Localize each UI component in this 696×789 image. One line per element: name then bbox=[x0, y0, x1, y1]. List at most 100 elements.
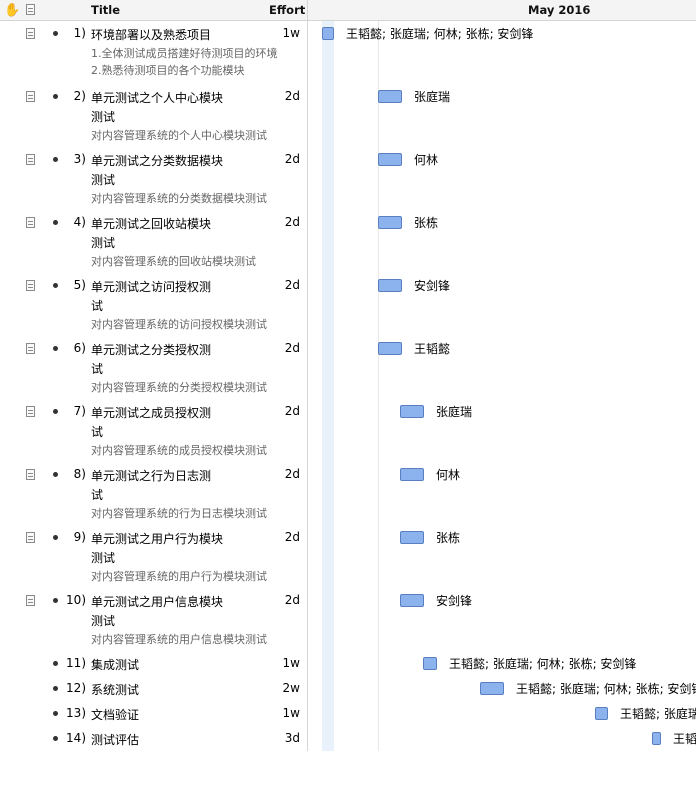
note-icon[interactable] bbox=[26, 532, 35, 543]
task-note-line: 对内容管理系统的分类数据模块测试 bbox=[91, 192, 267, 205]
task-number: 5) bbox=[73, 278, 86, 292]
task-title[interactable]: 集成测试 bbox=[91, 656, 241, 675]
task-title[interactable]: 文档验证 bbox=[91, 706, 241, 725]
effort-column-header[interactable]: Effort bbox=[269, 0, 305, 20]
note-icon[interactable] bbox=[26, 595, 35, 606]
task-row[interactable]: 9) 单元测试之用户行为模块测试 2d 对内容管理系统的用户行为模块测试 bbox=[0, 528, 307, 588]
note-icon[interactable] bbox=[26, 91, 35, 102]
gantt-task-bar[interactable] bbox=[378, 216, 402, 229]
row-handle-bullet[interactable] bbox=[53, 472, 58, 477]
task-title[interactable]: 单元测试之行为日志测试 bbox=[91, 467, 216, 505]
assigned-resources: 何林 bbox=[436, 468, 461, 482]
task-row[interactable]: 10) 单元测试之用户信息模块测试 2d 对内容管理系统的用户信息模块测试 bbox=[0, 591, 307, 651]
row-handle-bullet[interactable] bbox=[53, 535, 58, 540]
row-handle-bullet[interactable] bbox=[53, 598, 58, 603]
gantt-task-bar[interactable] bbox=[400, 531, 424, 544]
task-row[interactable]: 8) 单元测试之行为日志测试 2d 对内容管理系统的行为日志模块测试 bbox=[0, 465, 307, 525]
task-effort[interactable]: 1w bbox=[262, 26, 300, 40]
row-handle-bullet[interactable] bbox=[53, 661, 58, 666]
note-icon[interactable] bbox=[26, 343, 35, 354]
assigned-resources: 张庭瑞 bbox=[414, 90, 451, 104]
task-number: 1) bbox=[73, 26, 86, 40]
task-row[interactable]: 3) 单元测试之分类数据模块测试 2d 对内容管理系统的分类数据模块测试 bbox=[0, 150, 307, 210]
gantt-task-bar[interactable] bbox=[423, 657, 437, 670]
task-row[interactable]: 4) 单元测试之回收站模块测试 2d 对内容管理系统的回收站模块测试 bbox=[0, 213, 307, 273]
gantt-task-bar[interactable] bbox=[652, 732, 661, 745]
row-handle-bullet[interactable] bbox=[53, 94, 58, 99]
task-title[interactable]: 环境部署以及熟悉项目 bbox=[91, 26, 241, 45]
task-title[interactable]: 单元测试之成员授权测试 bbox=[91, 404, 216, 442]
note-icon[interactable] bbox=[26, 406, 35, 417]
task-row[interactable]: 5) 单元测试之访问授权测试 2d 对内容管理系统的访问授权模块测试 bbox=[0, 276, 307, 336]
task-row[interactable]: 6) 单元测试之分类授权测试 2d 对内容管理系统的分类授权模块测试 bbox=[0, 339, 307, 399]
task-row[interactable]: 2) 单元测试之个人中心模块测试 2d 对内容管理系统的个人中心模块测试 bbox=[0, 87, 307, 147]
task-number: 12) bbox=[66, 681, 86, 695]
task-note-line: 对内容管理系统的用户信息模块测试 bbox=[91, 633, 267, 646]
task-effort[interactable]: 2d bbox=[262, 152, 300, 166]
row-handle-bullet[interactable] bbox=[53, 409, 58, 414]
gantt-task-bar[interactable] bbox=[378, 90, 402, 103]
gantt-task-bar[interactable] bbox=[322, 27, 334, 40]
row-handle-bullet[interactable] bbox=[53, 283, 58, 288]
gantt-task-bar[interactable] bbox=[595, 707, 608, 720]
assigned-resources: 王韬懿; 张庭瑞; 何林; 张栋; 安剑锋 bbox=[346, 27, 534, 41]
task-title[interactable]: 单元测试之用户行为模块测试 bbox=[91, 530, 229, 568]
assigned-resources: 安剑锋 bbox=[436, 594, 473, 608]
assigned-resources: 王韬懿; 张庭瑞; 何林; 张栋; 安剑锋 bbox=[516, 682, 696, 696]
task-effort[interactable]: 2d bbox=[262, 404, 300, 418]
task-effort[interactable]: 2w bbox=[262, 681, 300, 695]
row-handle-bullet[interactable] bbox=[53, 686, 58, 691]
task-effort[interactable]: 2d bbox=[262, 89, 300, 103]
task-note-line: 1.全体测试成员搭建好待测项目的环境 bbox=[91, 47, 278, 60]
task-effort[interactable]: 3d bbox=[262, 731, 300, 745]
assigned-resources: 王韬懿; 张庭瑞; 何林; 张栋; 安剑锋 bbox=[620, 707, 696, 721]
note-column-icon[interactable] bbox=[26, 4, 35, 15]
note-icon[interactable] bbox=[26, 280, 35, 291]
row-handle-bullet[interactable] bbox=[53, 711, 58, 716]
task-title[interactable]: 单元测试之回收站模块测试 bbox=[91, 215, 216, 253]
title-column-header[interactable]: Title bbox=[91, 0, 120, 20]
task-title[interactable]: 单元测试之分类授权测试 bbox=[91, 341, 216, 379]
task-effort[interactable]: 2d bbox=[262, 341, 300, 355]
gantt-task-bar[interactable] bbox=[480, 682, 504, 695]
row-handle-bullet[interactable] bbox=[53, 736, 58, 741]
timeline-month-header: May 2016 bbox=[528, 3, 591, 17]
task-number: 6) bbox=[73, 341, 86, 355]
row-handle-bullet[interactable] bbox=[53, 346, 58, 351]
note-icon[interactable] bbox=[26, 154, 35, 165]
task-title[interactable]: 单元测试之个人中心模块测试 bbox=[91, 89, 229, 127]
task-title[interactable]: 单元测试之访问授权测试 bbox=[91, 278, 216, 316]
task-title[interactable]: 系统测试 bbox=[91, 681, 241, 700]
task-title[interactable]: 单元测试之用户信息模块测试 bbox=[91, 593, 229, 631]
task-effort[interactable]: 2d bbox=[262, 593, 300, 607]
task-title[interactable]: 单元测试之分类数据模块测试 bbox=[91, 152, 229, 190]
gantt-task-bar[interactable] bbox=[378, 153, 402, 166]
task-effort[interactable]: 2d bbox=[262, 215, 300, 229]
note-icon[interactable] bbox=[26, 28, 35, 39]
task-effort[interactable]: 2d bbox=[262, 278, 300, 292]
task-effort[interactable]: 1w bbox=[262, 706, 300, 720]
row-handle-bullet[interactable] bbox=[53, 220, 58, 225]
task-row[interactable]: 14) 测试评估 3d bbox=[0, 729, 307, 789]
task-row[interactable]: 1) 环境部署以及熟悉项目 1w 1.全体测试成员搭建好待测项目的环境 2.熟悉待测项目… bbox=[0, 24, 307, 84]
gantt-task-bar[interactable] bbox=[378, 279, 402, 292]
task-number: 7) bbox=[73, 404, 86, 418]
task-row[interactable]: 7) 单元测试之成员授权测试 2d 对内容管理系统的成员授权模块测试 bbox=[0, 402, 307, 462]
task-effort[interactable]: 2d bbox=[262, 467, 300, 481]
task-effort[interactable]: 2d bbox=[262, 530, 300, 544]
gantt-task-bar[interactable] bbox=[400, 468, 424, 481]
assigned-resources: 张庭瑞 bbox=[436, 405, 473, 419]
task-title[interactable]: 测试评估 bbox=[91, 731, 241, 750]
note-icon[interactable] bbox=[26, 217, 35, 228]
gantt-task-bar[interactable] bbox=[400, 405, 424, 418]
task-number: 2) bbox=[73, 89, 86, 103]
gantt-task-bar[interactable] bbox=[378, 342, 402, 355]
task-number: 8) bbox=[73, 467, 86, 481]
gantt-task-bar[interactable] bbox=[400, 594, 424, 607]
row-handle-bullet[interactable] bbox=[53, 31, 58, 36]
task-effort[interactable]: 1w bbox=[262, 656, 300, 670]
assigned-resources: 安剑锋 bbox=[414, 279, 451, 293]
hand-grab-icon[interactable]: ✋ bbox=[4, 1, 20, 21]
row-handle-bullet[interactable] bbox=[53, 157, 58, 162]
note-icon[interactable] bbox=[26, 469, 35, 480]
